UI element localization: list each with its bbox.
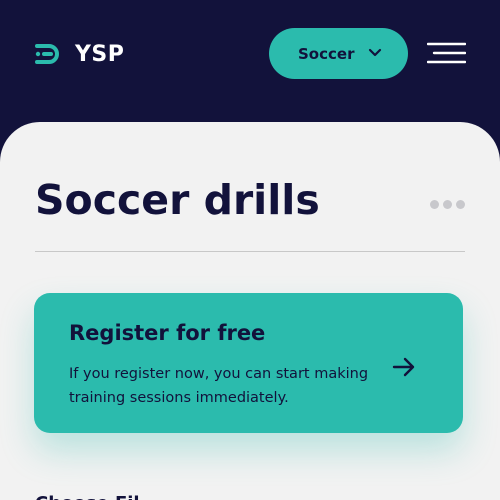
more-dot: [430, 199, 439, 209]
register-card[interactable]: Register for free If you register now, y…: [34, 293, 463, 433]
chevron-down-icon: [368, 48, 382, 57]
title-divider: [35, 251, 465, 252]
next-section-title: Choose Fil...: [35, 492, 160, 500]
logo-text: YSP: [75, 41, 125, 67]
page-title: Soccer drills: [35, 176, 320, 224]
sport-select-value: Soccer: [298, 44, 355, 63]
more-horizontal-icon[interactable]: [430, 198, 466, 210]
register-card-description: If you register now, you can start makin…: [69, 366, 369, 406]
more-dot: [443, 199, 452, 209]
top-navigation-bar: YSP Soccer: [0, 0, 500, 125]
logo[interactable]: YSP: [35, 40, 124, 68]
hamburger-menu-icon[interactable]: [427, 41, 466, 65]
arrow-right-icon[interactable]: [392, 356, 416, 378]
sport-select-dropdown[interactable]: Soccer: [269, 28, 408, 79]
register-card-title: Register for free: [69, 321, 266, 345]
more-dot: [456, 199, 465, 209]
ysp-logo-icon: [35, 44, 59, 64]
